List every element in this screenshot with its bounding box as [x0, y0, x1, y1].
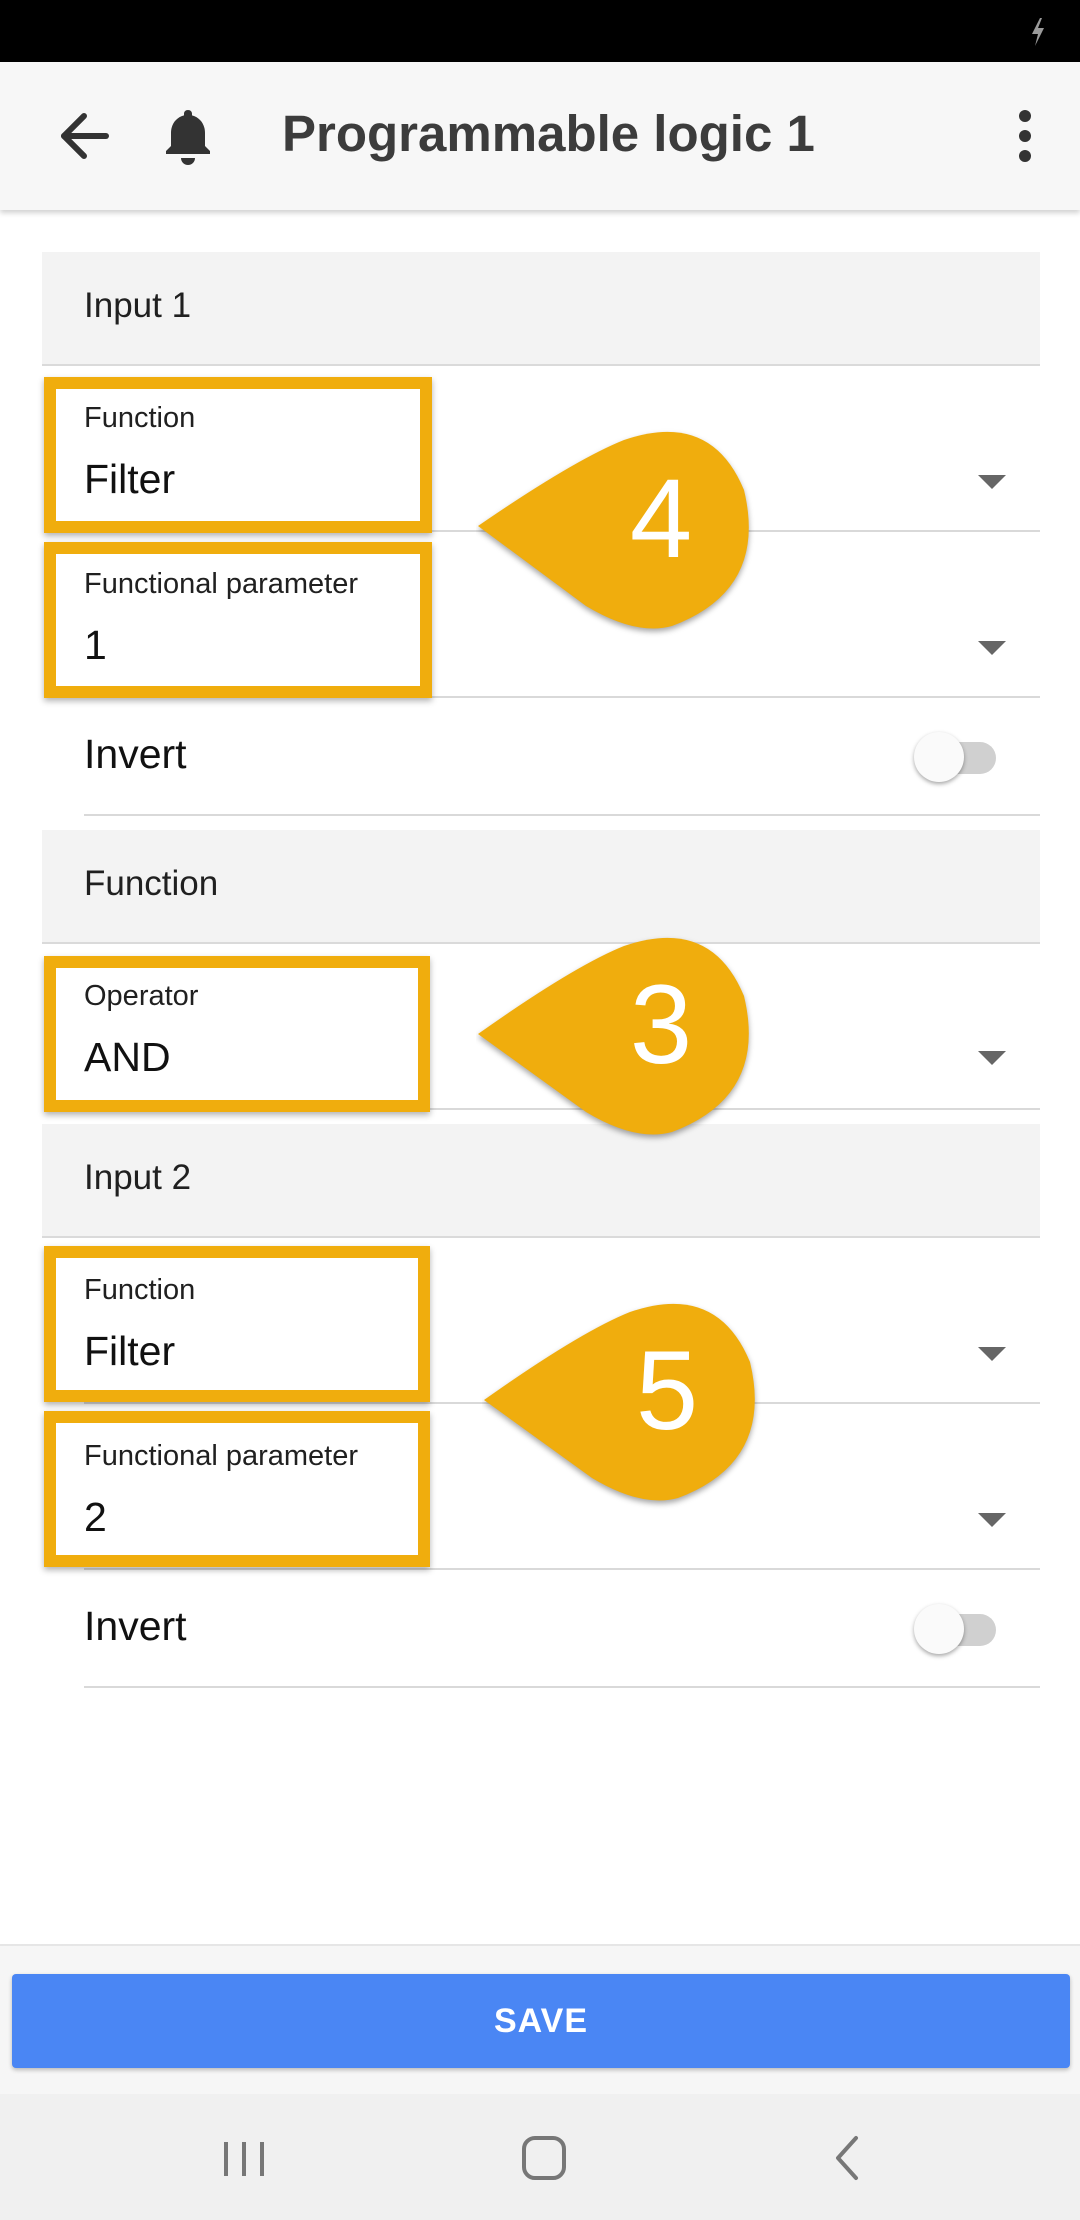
callout-marker-5: 5 — [482, 1290, 762, 1510]
back-button[interactable] — [48, 98, 124, 174]
recent-apps-icon[interactable] — [216, 2134, 276, 2184]
field-value: 2 — [84, 1494, 107, 1540]
dropdown-arrow-icon — [978, 641, 1006, 655]
more-vert-icon — [1019, 110, 1031, 162]
input1-invert-toggle[interactable] — [914, 732, 998, 782]
status-bar — [0, 0, 1080, 62]
section-title: Input 2 — [84, 1158, 192, 1197]
dropdown-arrow-icon — [978, 475, 1006, 489]
page-title: Programmable logic 1 — [282, 105, 815, 162]
invert-label: Invert — [84, 731, 187, 777]
arrow-back-icon — [61, 113, 109, 159]
bell-icon — [166, 110, 210, 165]
field-value: Filter — [84, 1328, 176, 1374]
callout-number: 4 — [629, 456, 693, 581]
callout-number: 5 — [635, 1328, 699, 1453]
home-icon[interactable] — [516, 2130, 572, 2186]
input2-invert-row: Invert — [84, 1570, 1040, 1688]
system-nav-bar — [0, 2094, 1080, 2220]
field-label: Functional parameter — [84, 1440, 359, 1472]
charging-icon — [1032, 18, 1044, 46]
callout-marker-4: 4 — [476, 418, 756, 638]
callout-marker-3: 3 — [476, 924, 756, 1144]
save-button[interactable]: SAVE — [12, 1974, 1070, 2068]
app-bar: Programmable logic 1 — [0, 62, 1080, 210]
section-title: Function — [84, 864, 219, 903]
field-label: Function — [84, 402, 196, 434]
dropdown-arrow-icon — [978, 1051, 1006, 1065]
input2-invert-toggle[interactable] — [914, 1604, 998, 1654]
section-header-input-1: Input 1 — [42, 252, 1040, 366]
field-label: Functional parameter — [84, 568, 359, 600]
field-label: Function — [84, 1274, 196, 1306]
callout-number: 3 — [629, 962, 693, 1087]
dropdown-arrow-icon — [978, 1513, 1006, 1527]
section-title: Input 1 — [84, 286, 192, 325]
notifications-button[interactable] — [150, 98, 226, 174]
field-label: Operator — [84, 980, 199, 1012]
back-nav-icon[interactable] — [820, 2130, 876, 2186]
field-value: 1 — [84, 622, 107, 668]
input1-invert-row: Invert — [84, 698, 1040, 816]
more-options-button[interactable] — [990, 98, 1060, 174]
field-value: AND — [84, 1034, 171, 1080]
field-value: Filter — [84, 456, 176, 502]
invert-label: Invert — [84, 1603, 187, 1649]
dropdown-arrow-icon — [978, 1347, 1006, 1361]
